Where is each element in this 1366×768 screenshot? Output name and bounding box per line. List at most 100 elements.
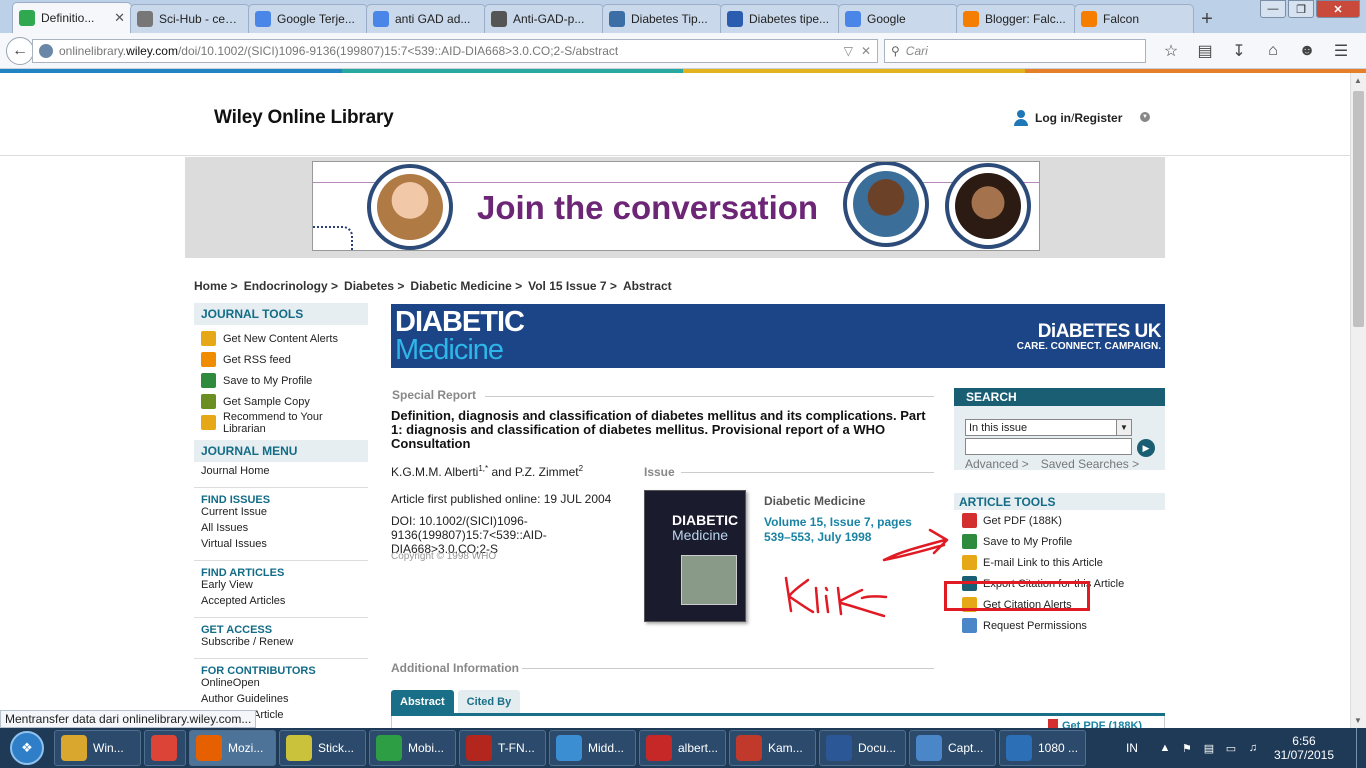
author-2[interactable]: P.Z. Zimmet [515, 465, 579, 479]
back-button[interactable]: ← [6, 36, 34, 65]
contributors-link[interactable]: Author Guidelines [194, 693, 368, 709]
network-icon[interactable]: ▤ [1202, 742, 1216, 755]
url-text[interactable]: onlinelibrary.wiley.com/doi/10.1002/(SIC… [59, 44, 844, 58]
find-articles-link[interactable]: Accepted Articles [194, 595, 368, 611]
author-2-affiliation[interactable]: 2 [579, 464, 583, 473]
middleware-icon [556, 735, 582, 761]
taskbar-item[interactable]: albert... [639, 730, 726, 766]
dropdown-arrow-icon[interactable]: ▽ [844, 44, 853, 58]
browser-tab[interactable]: Definitio... ✕ [12, 2, 132, 33]
search-bar[interactable]: ⚲ Cari [884, 38, 1146, 63]
journal-tool-item[interactable]: Recommend to Your Librarian [194, 411, 368, 435]
tab-cited-by[interactable]: Cited By [457, 690, 521, 713]
tab-abstract[interactable]: Abstract [391, 690, 454, 713]
taskbar-item[interactable]: Stick... [279, 730, 366, 766]
search-scope-select[interactable]: In this issue ▼ [965, 419, 1132, 436]
taskbar-item[interactable]: Midd... [549, 730, 636, 766]
login-link[interactable]: Log in [1035, 111, 1071, 125]
bottom-get-pdf-link[interactable]: Get PDF (188K) [1048, 719, 1165, 728]
site-logo[interactable]: Wiley Online Library [214, 107, 394, 129]
new-tab-button[interactable]: + [1192, 5, 1222, 33]
minimize-button[interactable]: — [1260, 0, 1286, 18]
taskbar-item[interactable]: Mozi... [189, 730, 276, 766]
browser-tab[interactable]: anti GAD ad... [366, 4, 486, 33]
stop-icon[interactable]: ✕ [861, 44, 871, 58]
search-go-button[interactable]: ▶ [1137, 439, 1155, 457]
scroll-up-icon[interactable]: ▲ [1354, 76, 1362, 85]
article-tool-item[interactable]: E-mail Link to this Article [954, 552, 1165, 573]
taskbar-item[interactable]: 1080 ... [999, 730, 1086, 766]
browser-tab[interactable]: Google [838, 4, 958, 33]
action-center-icon[interactable]: ⚑ [1180, 742, 1194, 755]
close-window-button[interactable]: ✕ [1316, 0, 1360, 18]
breadcrumb-item[interactable]: Vol 15 Issue 7 > [528, 279, 617, 293]
taskbar-item[interactable]: Win... [54, 730, 141, 766]
tab-close-icon[interactable]: ✕ [114, 10, 125, 26]
article-tool-item[interactable]: Request Permissions [954, 615, 1165, 636]
smiley-icon[interactable]: ☻ [1290, 42, 1324, 60]
article-tool-item[interactable]: Save to My Profile [954, 531, 1165, 552]
browser-tab[interactable]: Sci-Hub - серви... [130, 4, 250, 33]
journal-tool-item[interactable]: Save to My Profile [194, 370, 368, 391]
journal-tool-item[interactable]: Get New Content Alerts [194, 328, 368, 349]
restore-button[interactable]: ❐ [1288, 0, 1314, 18]
saved-searches-link[interactable]: Saved Searches > [1041, 457, 1139, 471]
tab-favicon-icon [609, 11, 625, 27]
page-scrollbar[interactable]: ▲ ▼ [1350, 73, 1366, 728]
taskbar-item[interactable]: Kam... [729, 730, 816, 766]
tab-favicon-icon [19, 10, 35, 26]
taskbar-item[interactable]: T-FN... [459, 730, 546, 766]
article-tool-item[interactable]: Get PDF (188K) [954, 510, 1165, 531]
menu-icon[interactable]: ☰ [1324, 41, 1358, 61]
journal-tool-item[interactable]: Get RSS feed [194, 349, 368, 370]
bookmark-star-icon[interactable]: ☆ [1154, 41, 1188, 61]
reading-list-icon[interactable]: ▤ [1188, 41, 1222, 61]
breadcrumb-item[interactable]: Home > [194, 279, 238, 293]
issue-volume-link[interactable]: Volume 15, Issue 7, pages 539–553, July … [764, 515, 924, 545]
browser-tab[interactable]: Google Terje... [248, 4, 368, 33]
taskbar-item[interactable]: Mobi... [369, 730, 456, 766]
advanced-search-link[interactable]: Advanced > [965, 457, 1029, 471]
find-articles-link[interactable]: Early View [194, 579, 368, 595]
browser-tab[interactable]: Diabetes tipe... [720, 4, 840, 33]
search-input[interactable] [965, 438, 1132, 455]
get-access-link[interactable]: Subscribe / Renew [194, 636, 368, 652]
home-icon[interactable]: ⌂ [1256, 42, 1290, 60]
taskbar-item[interactable] [144, 730, 186, 766]
plus-icon [962, 534, 977, 549]
ad-banner[interactable]: Join the conversation [312, 161, 1040, 251]
browser-tab[interactable]: Falcon [1074, 4, 1194, 33]
tray-expand-icon[interactable]: ▲ [1158, 742, 1172, 754]
show-desktop-button[interactable] [1356, 728, 1366, 768]
article-tools-panel: ARTICLE TOOLS Get PDF (188K) Save to My P… [954, 493, 1165, 636]
login-dropdown-icon[interactable]: ▼ [1140, 112, 1150, 122]
find-issues-link[interactable]: Virtual Issues [194, 538, 368, 554]
start-button[interactable]: ❖ [0, 728, 54, 768]
clock[interactable]: 6:56 31/07/2015 [1274, 734, 1334, 762]
breadcrumb-item[interactable]: Diabetes > [344, 279, 404, 293]
find-issues-link[interactable]: Current Issue [194, 506, 368, 522]
journal-banner[interactable]: DIABETIC Medicine DiABETES UK CARE. CONN… [391, 304, 1165, 368]
breadcrumb-item[interactable]: Endocrinology > [244, 279, 338, 293]
register-link[interactable]: Register [1074, 111, 1122, 125]
browser-tab[interactable]: Blogger: Falc... [956, 4, 1076, 33]
journal-tool-item[interactable]: Get Sample Copy [194, 391, 368, 412]
browser-tab[interactable]: Anti-GAD-p... [484, 4, 604, 33]
find-issues-link[interactable]: All Issues [194, 522, 368, 538]
journal-cover[interactable]: DIABETIC Medicine [644, 490, 746, 622]
download-icon[interactable]: ↧ [1222, 41, 1256, 61]
author-1-affiliation[interactable]: 1,* [478, 464, 488, 473]
scrollbar-thumb[interactable] [1353, 91, 1364, 327]
taskbar-item[interactable]: Capt... [909, 730, 996, 766]
author-1[interactable]: K.G.M.M. Alberti [391, 465, 478, 479]
url-bar[interactable]: onlinelibrary.wiley.com/doi/10.1002/(SIC… [32, 38, 878, 63]
volume-icon[interactable]: ♫ [1246, 742, 1260, 754]
language-indicator[interactable]: IN [1126, 741, 1138, 755]
power-icon[interactable]: ▭ [1224, 742, 1238, 755]
taskbar-item[interactable]: Docu... [819, 730, 906, 766]
breadcrumb-item[interactable]: Diabetic Medicine > [410, 279, 522, 293]
contributors-link[interactable]: OnlineOpen [194, 677, 368, 693]
browser-tab[interactable]: Diabetes Tip... [602, 4, 722, 33]
scroll-down-icon[interactable]: ▼ [1354, 716, 1362, 725]
journal-home-link[interactable]: Journal Home [194, 465, 368, 481]
